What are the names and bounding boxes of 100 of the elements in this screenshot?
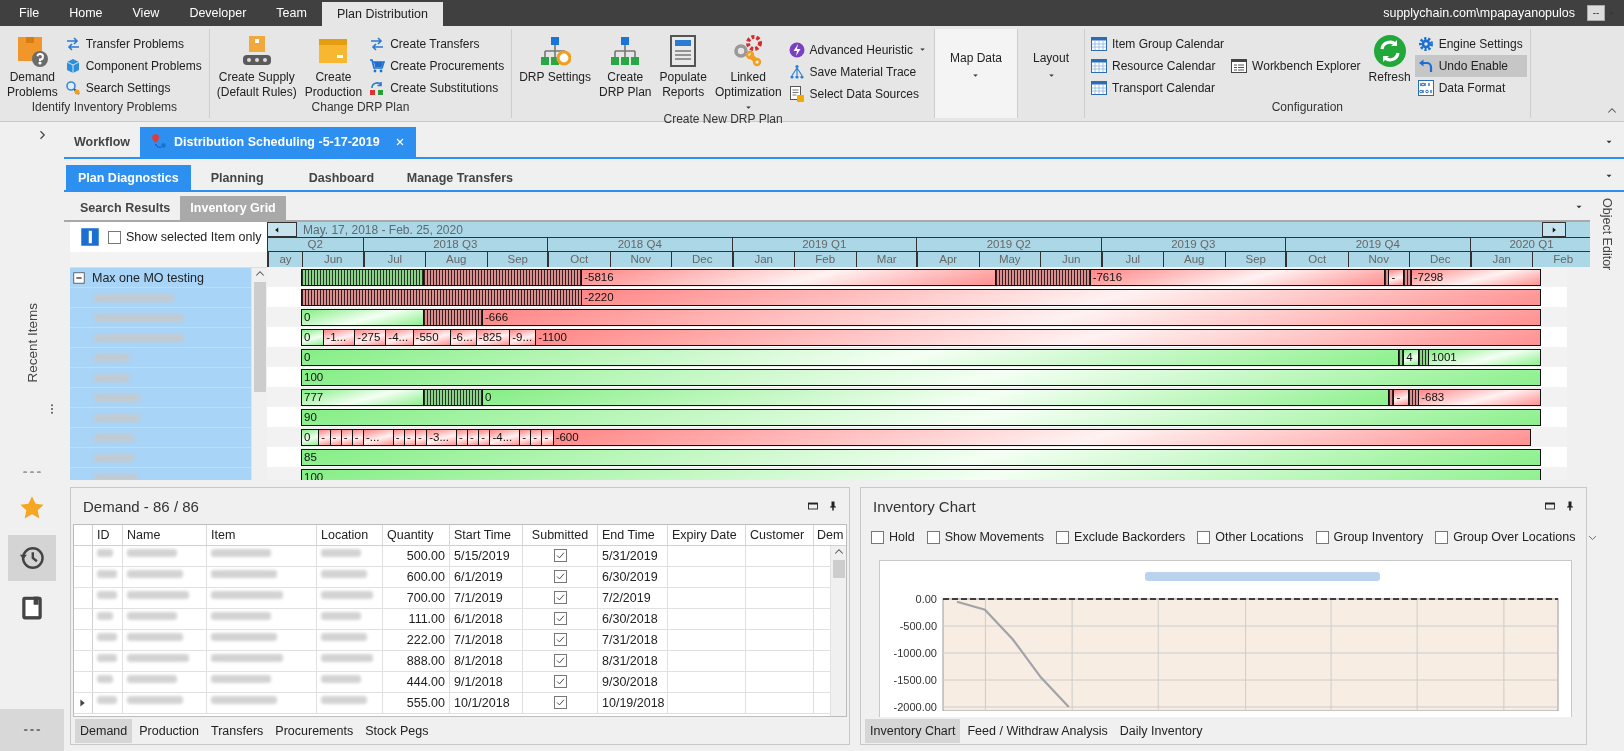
scrollbar[interactable] xyxy=(251,268,267,480)
ribbon-small-button[interactable]: Search Settings xyxy=(61,76,206,99)
checkbox[interactable] xyxy=(553,675,567,688)
sidebar-button[interactable] xyxy=(8,534,56,581)
pin-icon[interactable] xyxy=(827,500,839,512)
ribbon-button[interactable]: Create Production xyxy=(300,31,367,100)
maximize-icon[interactable] xyxy=(1544,500,1556,512)
panel-icon[interactable] xyxy=(80,227,100,247)
panel-tab[interactable]: Production xyxy=(134,718,204,743)
ribbon-menu-button[interactable]: Layout xyxy=(1021,31,1082,100)
ribbon-button[interactable]: Create DRP Plan xyxy=(595,31,656,112)
panel-tab[interactable]: Transfers xyxy=(206,718,269,743)
recent-items-label[interactable]: Recent Items xyxy=(24,303,40,383)
section-tab[interactable]: Dashboard xyxy=(296,165,387,190)
collapse-icon[interactable] xyxy=(72,270,86,285)
scrollbar[interactable] xyxy=(830,546,846,716)
ribbon-button[interactable]: DRP Settings xyxy=(515,31,595,112)
bar-segment: - xyxy=(519,428,531,446)
ribbon-small-button[interactable]: Create Procurements xyxy=(366,54,509,77)
maximize-icon[interactable] xyxy=(807,500,819,512)
ribbon-small-button[interactable]: Create Transfers xyxy=(366,32,509,55)
ribbon-menu-button[interactable]: Map Data xyxy=(937,31,1014,100)
scroll-thumb[interactable] xyxy=(253,282,266,392)
panel-tab[interactable]: Daily Inventory xyxy=(1114,718,1208,743)
ribbon-small-button[interactable]: Workbench Explorer xyxy=(1228,54,1365,77)
checkbox[interactable] xyxy=(553,633,567,646)
ribbon-small-button[interactable]: Component Problems xyxy=(61,54,206,77)
ribbon-button[interactable]: Populate Reports xyxy=(655,31,711,112)
column-header[interactable]: End Time xyxy=(598,525,668,545)
column-header[interactable]: Customer xyxy=(746,525,814,545)
quarter-header: 2018 Q3 xyxy=(363,237,547,252)
section-tab[interactable]: Manage Transfers xyxy=(394,165,526,190)
menu-tab[interactable]: File xyxy=(4,0,55,26)
checkbox[interactable] xyxy=(553,570,567,583)
checkbox[interactable] xyxy=(553,612,567,625)
document-tab[interactable]: Workflow xyxy=(64,127,141,157)
scroll-left-button[interactable] xyxy=(267,222,297,237)
ribbon-small-button[interactable]: Select Data Sources xyxy=(785,82,931,105)
checkbox[interactable] xyxy=(553,654,567,667)
section-tab[interactable]: Planning xyxy=(198,165,289,190)
column-header[interactable]: Expiry Date xyxy=(668,525,746,545)
pin-icon[interactable] xyxy=(1564,500,1576,512)
quarter-header: Q2 xyxy=(268,237,363,252)
ribbon-small-button[interactable]: Advanced Heuristic xyxy=(785,38,931,61)
menu-tab[interactable]: Plan Distribution xyxy=(321,2,443,26)
checkbox[interactable] xyxy=(553,591,567,604)
checkbox[interactable] xyxy=(553,549,567,562)
column-header[interactable]: Item xyxy=(207,525,317,545)
bar-segment: -9... xyxy=(509,328,536,346)
checkbox[interactable] xyxy=(1435,530,1449,544)
panel-tab[interactable]: Procurements xyxy=(270,718,359,743)
ribbon-small-button[interactable]: Transfer Problems xyxy=(61,32,206,55)
bar-segment: 0 xyxy=(301,348,1399,366)
checkbox[interactable] xyxy=(1315,530,1329,544)
ribbon-small-button[interactable]: Resource Calendar xyxy=(1088,54,1229,77)
panel-tab[interactable]: Inventory Chart xyxy=(865,718,961,743)
menu-tab[interactable]: View xyxy=(117,0,175,26)
menu-tab[interactable]: Developer xyxy=(174,0,262,26)
drag-handle-icon[interactable] xyxy=(21,468,43,475)
ribbon-small-button[interactable]: Create Substitutions xyxy=(366,76,509,99)
menu-tab[interactable]: Home xyxy=(54,0,118,26)
check-icon xyxy=(554,613,566,624)
column-header[interactable]: Dem xyxy=(814,525,846,545)
column-header[interactable]: Submitted xyxy=(523,525,598,545)
column-header[interactable]: Quantity xyxy=(383,525,450,545)
column-header[interactable]: Start Time xyxy=(450,525,523,545)
scroll-thumb[interactable] xyxy=(832,560,845,578)
ribbon-small-button[interactable]: Undo Enable xyxy=(1414,54,1527,77)
checkbox[interactable] xyxy=(553,696,567,709)
checkbox[interactable] xyxy=(926,530,940,544)
ribbon-button[interactable]: Refresh xyxy=(1364,31,1415,100)
tree-row[interactable]: Max one MO testing xyxy=(70,268,251,288)
redacted-text xyxy=(211,696,277,704)
box-badge-icon xyxy=(16,35,49,67)
ribbon-small-button[interactable]: Save Material Trace xyxy=(785,60,931,83)
ribbon-small-button[interactable]: Transport Calendar xyxy=(1088,76,1229,99)
menu-tab[interactable]: Team xyxy=(261,0,322,26)
checkbox[interactable] xyxy=(108,230,121,244)
object-editor-tab[interactable]: Object Editor xyxy=(1600,198,1614,751)
panel-tab[interactable]: Demand xyxy=(75,718,133,743)
grid-tab[interactable]: Search Results xyxy=(70,196,181,220)
checkbox-label: Show Movements xyxy=(944,530,1045,544)
checkbox[interactable] xyxy=(1197,530,1211,544)
panel-tab[interactable]: Stock Pegs xyxy=(360,718,434,743)
column-header[interactable]: Location xyxy=(317,525,383,545)
ribbon-small-button[interactable]: Item Group Calendar xyxy=(1088,32,1229,55)
bar-segment: -2220 xyxy=(581,288,1541,306)
more-icon xyxy=(22,726,42,734)
ribbon-button[interactable]: Demand Problems xyxy=(3,31,62,100)
checkbox[interactable] xyxy=(871,530,884,544)
ribbon-button[interactable]: Create Supply (Default Rules) xyxy=(212,31,301,100)
scroll-right-button[interactable] xyxy=(1542,222,1566,237)
column-header[interactable]: Name xyxy=(123,525,207,545)
checkbox[interactable] xyxy=(1056,530,1070,544)
account-button[interactable]: -- xyxy=(1587,5,1605,21)
panel-tab[interactable]: Feed / Withdraw Analysis xyxy=(962,718,1113,743)
column-header[interactable]: ID xyxy=(93,525,123,545)
ribbon-small-button[interactable]: Engine Settings xyxy=(1414,32,1527,55)
ribbon-button[interactable]: Linked Optimization xyxy=(710,31,786,112)
ribbon-small-button[interactable]: Data Format xyxy=(1414,76,1527,99)
